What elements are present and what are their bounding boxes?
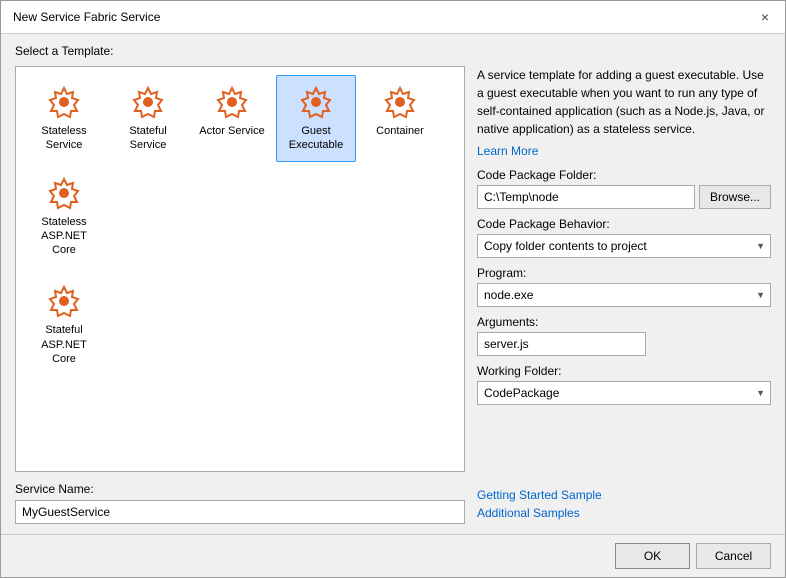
- stateful-service-icon: [130, 84, 166, 120]
- code-package-folder-label: Code Package Folder:: [477, 168, 771, 182]
- code-package-behavior-label: Code Package Behavior:: [477, 217, 771, 231]
- stateful-aspnet-core-label: Stateful ASP.NET Core: [29, 323, 99, 366]
- template-grid: Stateless Service Stateful Service: [24, 75, 456, 375]
- template-item-stateless-service[interactable]: Stateless Service: [24, 75, 104, 162]
- guest-executable-label: Guest Executable: [281, 124, 351, 153]
- service-name-section: Service Name:: [15, 482, 465, 524]
- description-text: A service template for adding a guest ex…: [477, 66, 771, 138]
- template-item-actor-service[interactable]: Actor Service: [192, 75, 272, 162]
- container-icon: [382, 84, 418, 120]
- container-label: Container: [376, 124, 424, 138]
- template-item-stateless-aspnet-core[interactable]: Stateless ASP.NET Core: [24, 166, 104, 267]
- close-button[interactable]: ×: [757, 9, 773, 25]
- stateful-aspnet-core-icon: [46, 283, 82, 319]
- working-folder-label: Working Folder:: [477, 364, 771, 378]
- arguments-label: Arguments:: [477, 315, 771, 329]
- stateless-aspnet-core-icon: [46, 175, 82, 211]
- stateless-service-icon: [46, 84, 82, 120]
- actor-service-label: Actor Service: [199, 124, 264, 138]
- program-group: Program: node.exe: [477, 266, 771, 307]
- title-bar: New Service Fabric Service ×: [1, 1, 785, 34]
- arguments-group: Arguments:: [477, 315, 771, 356]
- program-select[interactable]: node.exe: [477, 283, 771, 307]
- working-folder-group: Working Folder: CodePackage Work None: [477, 364, 771, 405]
- stateless-service-label: Stateless Service: [29, 124, 99, 153]
- service-name-input[interactable]: [15, 500, 465, 524]
- right-panel: A service template for adding a guest ex…: [477, 66, 771, 524]
- template-item-stateful-service[interactable]: Stateful Service: [108, 75, 188, 162]
- code-package-folder-input[interactable]: [477, 185, 695, 209]
- program-wrapper: node.exe: [477, 283, 771, 307]
- actor-service-icon: [214, 84, 250, 120]
- stateful-service-label: Stateful Service: [113, 124, 183, 153]
- browse-button[interactable]: Browse...: [699, 185, 771, 209]
- template-item-guest-executable[interactable]: Guest Executable: [276, 75, 356, 162]
- learn-more-link[interactable]: Learn More: [477, 144, 771, 158]
- guest-executable-icon: [298, 84, 334, 120]
- program-label: Program:: [477, 266, 771, 280]
- main-content: Stateless Service Stateful Service: [15, 66, 771, 524]
- code-package-folder-group: Code Package Folder: Browse...: [477, 168, 771, 209]
- code-package-behavior-select[interactable]: Copy folder contents to project Link to …: [477, 234, 771, 258]
- code-package-folder-row: Browse...: [477, 185, 771, 209]
- samples-section: Getting Started Sample Additional Sample…: [477, 480, 771, 524]
- additional-samples-link[interactable]: Additional Samples: [477, 506, 771, 520]
- dialog-window: New Service Fabric Service × Select a Te…: [0, 0, 786, 578]
- bottom-bar: OK Cancel: [1, 534, 785, 577]
- cancel-button[interactable]: Cancel: [696, 543, 771, 569]
- template-item-container[interactable]: Container: [360, 75, 440, 162]
- template-box: Stateless Service Stateful Service: [15, 66, 465, 472]
- working-folder-select[interactable]: CodePackage Work None: [477, 381, 771, 405]
- left-panel: Stateless Service Stateful Service: [15, 66, 465, 524]
- ok-button[interactable]: OK: [615, 543, 690, 569]
- template-item-stateful-aspnet-core[interactable]: Stateful ASP.NET Core: [24, 274, 104, 375]
- stateless-aspnet-core-label: Stateless ASP.NET Core: [29, 215, 99, 258]
- dialog-body: Select a Template:: [1, 34, 785, 534]
- select-template-label: Select a Template:: [15, 44, 771, 58]
- code-package-behavior-wrapper: Copy folder contents to project Link to …: [477, 234, 771, 258]
- getting-started-sample-link[interactable]: Getting Started Sample: [477, 488, 771, 502]
- code-package-behavior-group: Code Package Behavior: Copy folder conte…: [477, 217, 771, 258]
- arguments-input[interactable]: [477, 332, 646, 356]
- working-folder-wrapper: CodePackage Work None: [477, 381, 771, 405]
- service-name-label: Service Name:: [15, 482, 465, 496]
- dialog-title: New Service Fabric Service: [13, 10, 160, 24]
